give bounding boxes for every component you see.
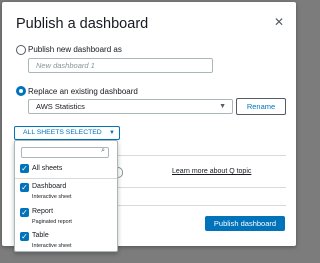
divider: [118, 205, 286, 206]
sheet-option-label: All sheets: [32, 165, 63, 172]
rename-button[interactable]: Rename: [236, 98, 286, 115]
sheet-option-label: Table: [32, 232, 49, 239]
existing-dashboard-select[interactable]: AWS Statistics ▼: [28, 99, 233, 114]
search-icon: ⌕: [101, 147, 105, 154]
publish-dashboard-button[interactable]: Publish dashboard: [205, 216, 285, 231]
sheet-option-type: Interactive sheet: [32, 194, 72, 200]
sheet-option-type: Interactive sheet: [32, 243, 72, 249]
divider: [118, 187, 286, 188]
checkbox-checked-icon[interactable]: ✓: [20, 208, 29, 217]
publish-new-label: Publish new dashboard as: [28, 45, 122, 54]
dialog-title: Publish a dashboard: [16, 16, 149, 32]
divider: [118, 155, 286, 156]
sheets-selector-label: ALL SHEETS SELECTED: [23, 129, 102, 136]
replace-existing-radio[interactable]: [16, 86, 26, 96]
learn-more-q-topic-link[interactable]: Learn more about Q topic: [172, 168, 251, 175]
sheet-option-label: Dashboard: [32, 183, 67, 190]
chevron-down-icon: ▼: [219, 103, 226, 110]
checkbox-checked-icon[interactable]: ✓: [20, 232, 29, 241]
publish-new-radio[interactable]: [16, 45, 26, 55]
divider: [15, 178, 117, 179]
replace-existing-label: Replace an existing dashboard: [28, 87, 138, 96]
chevron-down-icon: ▼: [109, 130, 115, 136]
sheet-option-type: Paginated report: [32, 219, 72, 225]
close-icon[interactable]: ✕: [274, 16, 284, 28]
sheets-selector-button[interactable]: ALL SHEETS SELECTED ▼: [14, 126, 120, 140]
checkbox-checked-icon[interactable]: ✓: [20, 183, 29, 192]
sheet-option-label: Report: [32, 208, 54, 215]
checkbox-checked-icon[interactable]: ✓: [20, 164, 29, 173]
sheets-dropdown: ⌕ ✓ All sheets ✓ Dashboard Interactive s…: [14, 140, 118, 252]
sheets-filter-input[interactable]: ⌕: [21, 147, 109, 158]
new-dashboard-name-input[interactable]: New dashboard 1: [28, 58, 213, 73]
existing-dashboard-value: AWS Statistics: [36, 102, 85, 111]
